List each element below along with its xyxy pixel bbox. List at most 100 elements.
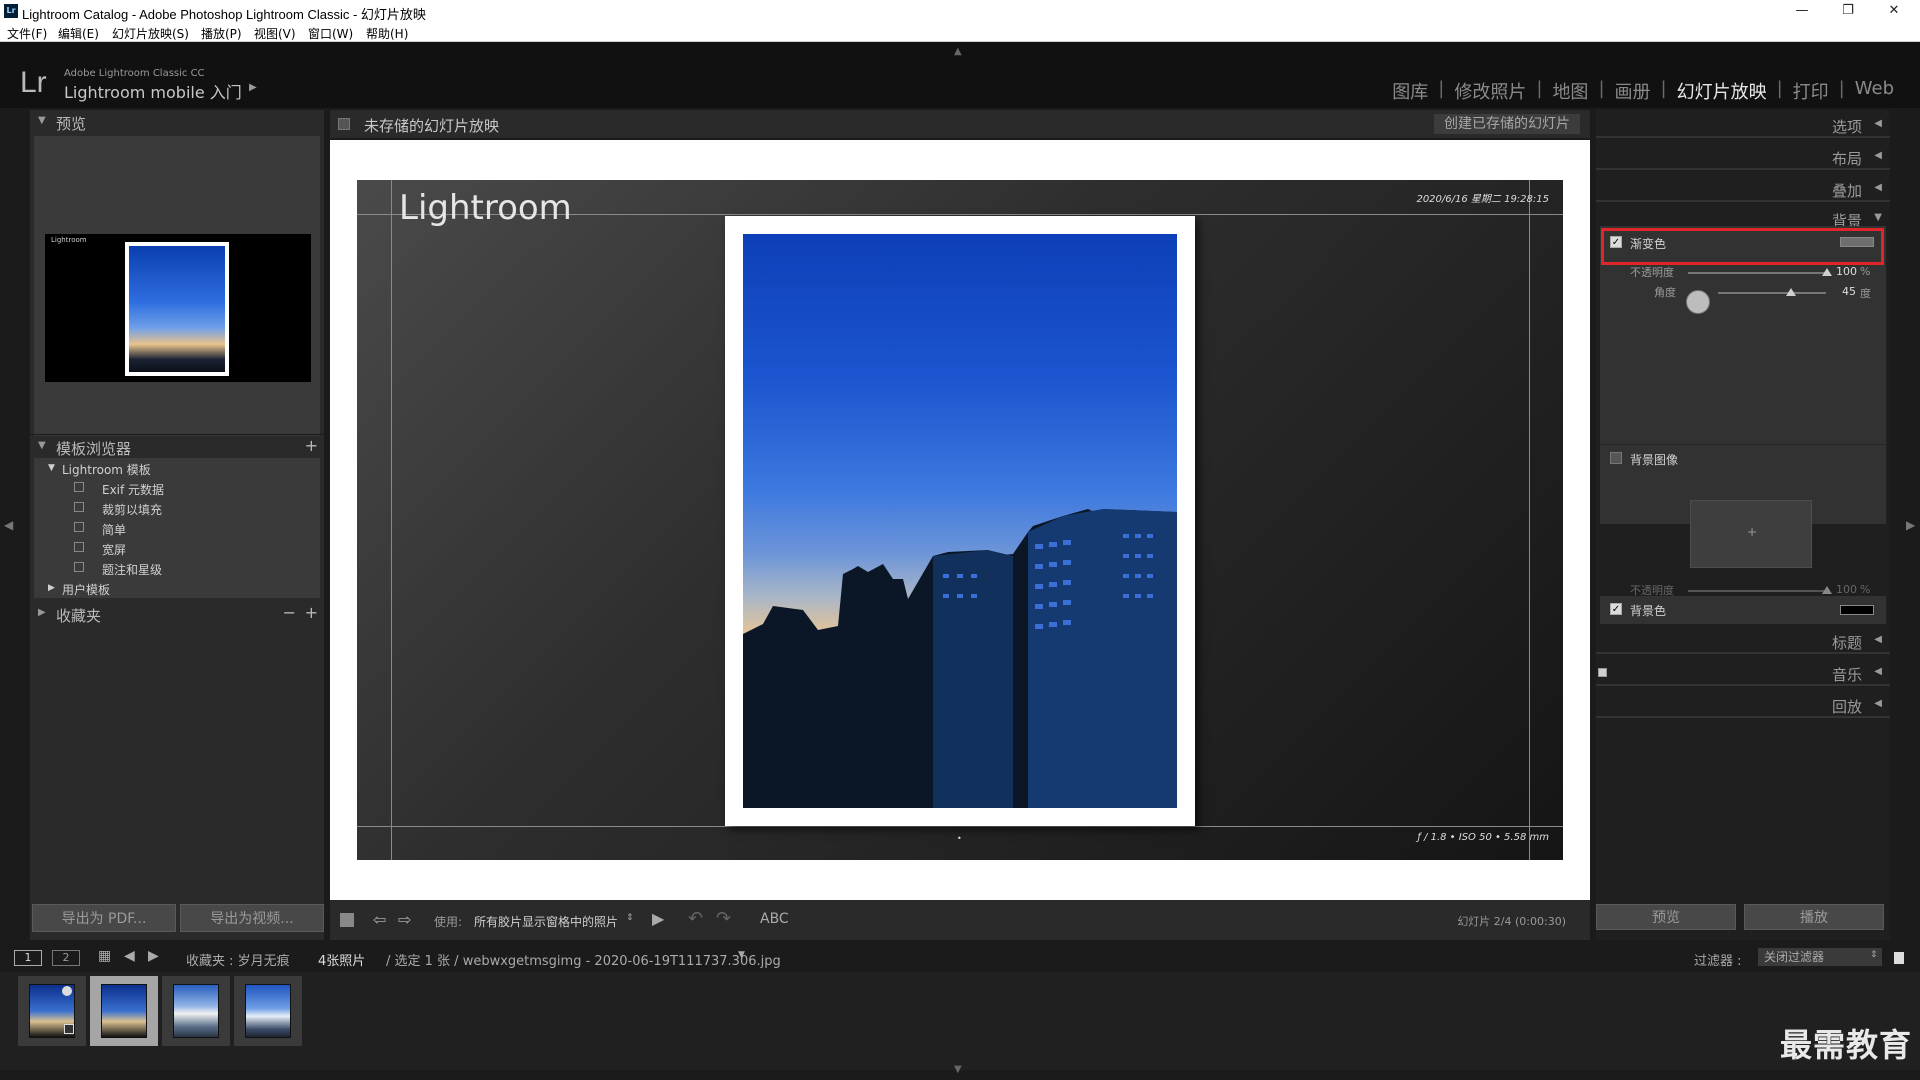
- menu-play[interactable]: 播放(P): [201, 25, 242, 42]
- section-music[interactable]: 音乐 ◀: [1596, 658, 1890, 686]
- collapse-arrow-icon: ◀: [1874, 698, 1882, 709]
- menu-edit[interactable]: 编辑(E): [58, 25, 99, 42]
- module-book[interactable]: 画册: [1605, 78, 1661, 104]
- template-item[interactable]: 题注和星级: [34, 558, 320, 578]
- right-panel-toggle-icon[interactable]: ▶: [1906, 518, 1915, 532]
- section-titles[interactable]: 标题 ◀: [1596, 626, 1890, 654]
- module-web[interactable]: Web: [1845, 78, 1904, 104]
- filmstrip-thumbnail[interactable]: [18, 976, 86, 1046]
- filter-lock-icon[interactable]: [1894, 952, 1904, 964]
- export-video-button[interactable]: 导出为视频...: [180, 904, 324, 932]
- menu-slideshow[interactable]: 幻灯片放映(S): [112, 25, 189, 42]
- slide-photo-frame[interactable]: [725, 216, 1195, 826]
- section-label: 回放: [1831, 698, 1862, 716]
- filter-dropdown[interactable]: 关闭过滤器: [1758, 948, 1882, 966]
- bg-image-opacity-thumb[interactable]: [1822, 586, 1832, 594]
- remove-collection-icon[interactable]: −: [283, 603, 296, 622]
- collapse-arrow-icon: ◀: [1874, 666, 1882, 677]
- section-overlays[interactable]: 叠加 ◀: [1596, 174, 1890, 202]
- navigator-slide-title: Lightroom: [51, 236, 87, 244]
- maximize-button[interactable]: ❐: [1834, 2, 1862, 20]
- filter-dropdown-arrows-icon[interactable]: ⇕: [1870, 950, 1878, 960]
- forward-arrow-icon[interactable]: ▶: [148, 948, 159, 964]
- music-toggle[interactable]: [1598, 668, 1607, 677]
- dropdown-arrows-icon[interactable]: ⇕: [626, 913, 634, 923]
- angle-value[interactable]: 45: [1842, 285, 1856, 298]
- mobile-getting-started[interactable]: Lightroom mobile 入门: [64, 79, 242, 103]
- opacity-value[interactable]: 100: [1836, 265, 1857, 278]
- slide-identity-title[interactable]: Lightroom: [399, 188, 572, 228]
- opacity-slider-track[interactable]: [1688, 272, 1826, 274]
- template-item[interactable]: 简单: [34, 518, 320, 538]
- bg-color-checkbox[interactable]: ✓: [1610, 603, 1622, 615]
- template-browser-header[interactable]: ▼ 模板浏览器 +: [30, 434, 324, 458]
- bg-image-well[interactable]: +: [1690, 500, 1812, 568]
- module-map[interactable]: 地图: [1542, 78, 1598, 104]
- module-library[interactable]: 图库: [1382, 78, 1438, 104]
- filmstrip-source[interactable]: 收藏夹 : 岁月无痕: [186, 950, 290, 969]
- slide-date-overlay[interactable]: 2020/6/16 星期二 19:28:15: [1416, 190, 1549, 205]
- module-print[interactable]: 打印: [1783, 78, 1839, 104]
- section-playback[interactable]: 回放 ◀: [1596, 690, 1890, 718]
- menu-file[interactable]: 文件(F): [7, 25, 47, 42]
- selection-info: / 选定 1 张 / webwxgetmsgimg - 2020-06-19T1…: [386, 954, 781, 969]
- add-collection-icon[interactable]: +: [305, 603, 318, 622]
- add-template-icon[interactable]: +: [305, 436, 318, 455]
- bg-image-opacity-value[interactable]: 100: [1836, 583, 1857, 596]
- preview-play-icon[interactable]: ▶: [652, 909, 664, 928]
- bg-image-checkbox[interactable]: [1610, 452, 1622, 464]
- back-arrow-icon[interactable]: ◀: [124, 948, 135, 964]
- bg-image-opacity-track[interactable]: [1688, 590, 1826, 592]
- top-panel-toggle-icon[interactable]: ▲: [954, 46, 962, 57]
- template-item[interactable]: 裁剪以填充: [34, 498, 320, 518]
- left-panel-toggle-icon[interactable]: ◀: [4, 518, 13, 532]
- angle-slider-track[interactable]: [1718, 292, 1826, 294]
- menu-help[interactable]: 帮助(H): [366, 25, 408, 42]
- slide-editor: 未存储的幻灯片放映 创建已存储的幻灯片 Lightroom 2020/6/16 …: [330, 110, 1590, 940]
- selection-dropdown-icon[interactable]: ▼: [738, 950, 745, 960]
- template-group-lightroom[interactable]: ▼ Lightroom 模板: [34, 458, 320, 478]
- layout-guide[interactable]: [1529, 180, 1530, 860]
- angle-slider-thumb[interactable]: [1786, 288, 1796, 296]
- menu-window[interactable]: 窗口(W): [308, 25, 353, 42]
- create-saved-slideshow-button[interactable]: 创建已存储的幻灯片: [1434, 114, 1580, 134]
- add-text-button[interactable]: ABC: [760, 911, 789, 927]
- bottom-panel-toggle-icon[interactable]: ▼: [954, 1064, 962, 1075]
- template-item[interactable]: 宽屏: [34, 538, 320, 558]
- angle-dial[interactable]: [1686, 290, 1710, 314]
- menu-view[interactable]: 视图(V): [254, 25, 296, 42]
- use-source-dropdown[interactable]: 所有胶片显示窗格中的照片: [474, 913, 618, 930]
- lightroom-window: Lr Lightroom Catalog - Adobe Photoshop L…: [0, 0, 1920, 1080]
- module-develop[interactable]: 修改照片: [1444, 78, 1536, 104]
- section-options[interactable]: 选项 ◀: [1596, 110, 1890, 138]
- grid-view-icon[interactable]: ▦: [98, 948, 111, 964]
- stop-icon[interactable]: [340, 913, 354, 927]
- bg-color-swatch[interactable]: [1840, 605, 1874, 615]
- template-group-user[interactable]: ▶ 用户模板: [34, 578, 320, 598]
- secondary-window-button[interactable]: 2: [52, 950, 80, 966]
- previous-slide-icon[interactable]: ⇦: [373, 910, 386, 929]
- layout-guide[interactable]: [357, 826, 1563, 827]
- filmstrip-thumbnail[interactable]: [234, 976, 302, 1046]
- play-arrow-icon[interactable]: ▶: [249, 82, 257, 93]
- close-button[interactable]: ✕: [1880, 2, 1908, 20]
- template-item[interactable]: Exif 元数据: [34, 478, 320, 498]
- rotate-left-icon[interactable]: ↶: [688, 908, 703, 929]
- filmstrip-thumbnail[interactable]: [162, 976, 230, 1046]
- export-pdf-button[interactable]: 导出为 PDF...: [32, 904, 176, 932]
- section-layout[interactable]: 布局 ◀: [1596, 142, 1890, 170]
- add-image-icon: +: [1747, 525, 1758, 539]
- play-button[interactable]: 播放: [1744, 904, 1884, 930]
- minimize-button[interactable]: —: [1788, 2, 1816, 20]
- preview-button[interactable]: 预览: [1596, 904, 1736, 930]
- opacity-slider-thumb[interactable]: [1822, 268, 1832, 276]
- rotate-right-icon[interactable]: ↷: [716, 908, 731, 929]
- module-slideshow[interactable]: 幻灯片放映: [1667, 78, 1777, 104]
- primary-window-button[interactable]: 1: [14, 950, 42, 966]
- navigator-header[interactable]: ▼ 预览: [30, 110, 324, 134]
- collections-header[interactable]: ▶ 收藏夹 − +: [30, 602, 324, 626]
- filmstrip-thumbnail-selected[interactable]: [90, 976, 158, 1046]
- layout-guide[interactable]: [391, 180, 392, 860]
- next-slide-icon[interactable]: ⇨: [398, 910, 411, 929]
- slide-exif-overlay[interactable]: ƒ / 1.8 • ISO 50 • 5.58 mm: [1417, 832, 1549, 843]
